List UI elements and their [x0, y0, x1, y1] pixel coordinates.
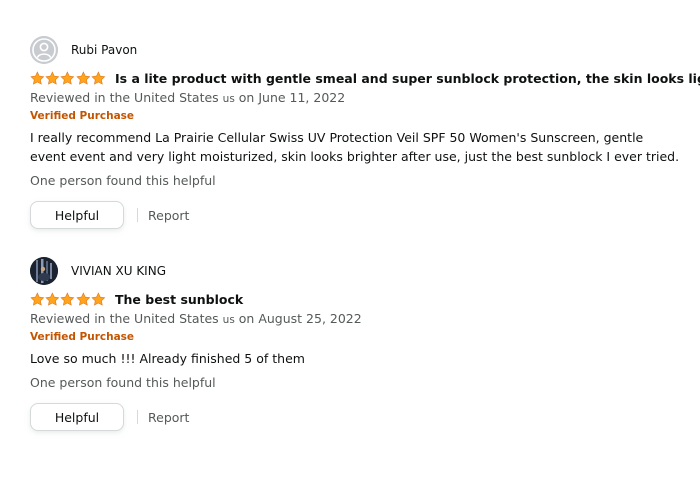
star-rating[interactable]: [30, 70, 106, 86]
star-rating[interactable]: [30, 291, 106, 307]
review-title[interactable]: Is a lite product with gentle smeal and …: [115, 71, 700, 86]
review-actions: Helpful Report: [30, 402, 680, 432]
review-title-row: The best sunblock: [30, 289, 680, 309]
helpful-button[interactable]: Helpful: [30, 201, 124, 229]
reviewer-profile[interactable]: VIVIAN XU KING: [30, 256, 680, 286]
review-date: Reviewed in the United States us on June…: [30, 90, 680, 108]
reviewer-name[interactable]: Rubi Pavon: [71, 43, 137, 57]
review-date-prefix: Reviewed in the United States: [30, 90, 223, 105]
report-link[interactable]: Report: [148, 208, 189, 223]
country-code: us: [222, 93, 235, 105]
star-icon: [60, 70, 75, 85]
helpful-count: One person found this helpful: [30, 173, 216, 188]
review-card: VIVIAN XU KING The best sunblock Reviewe…: [30, 256, 680, 432]
review-date-suffix: on June 11, 2022: [234, 90, 346, 105]
helpful-button[interactable]: Helpful: [30, 403, 124, 431]
star-icon: [45, 70, 60, 85]
verified-purchase-badge[interactable]: Verified Purchase: [30, 331, 680, 347]
review-date-suffix: on August 25, 2022: [234, 311, 362, 326]
verified-purchase-badge[interactable]: Verified Purchase: [30, 110, 680, 126]
star-icon: [30, 291, 45, 306]
star-icon: [30, 70, 45, 85]
review-actions: Helpful Report: [30, 200, 680, 230]
review-title-row: Is a lite product with gentle smeal and …: [30, 68, 700, 88]
review-body: Love so much !!! Already finished 5 of t…: [30, 351, 305, 366]
star-icon: [91, 70, 106, 85]
star-icon: [75, 70, 90, 85]
report-link[interactable]: Report: [148, 410, 189, 425]
reviewer-profile[interactable]: Rubi Pavon: [30, 35, 680, 65]
reviewer-name[interactable]: VIVIAN XU KING: [71, 264, 166, 278]
star-icon: [60, 291, 75, 306]
default-user-avatar-icon: [30, 36, 58, 64]
divider: [137, 410, 138, 424]
review-date-prefix: Reviewed in the United States: [30, 311, 223, 326]
divider: [137, 208, 138, 222]
review-card: Rubi Pavon Is a lite product with gentle…: [30, 35, 700, 230]
review-body: I really recommend La Prairie Cellular S…: [30, 130, 680, 164]
star-icon: [91, 291, 106, 306]
star-icon: [75, 291, 90, 306]
helpful-count: One person found this helpful: [30, 375, 216, 390]
review-date: Reviewed in the United States us on Augu…: [30, 311, 680, 329]
country-code: us: [222, 314, 235, 326]
reviewer-photo-avatar: [30, 257, 58, 285]
review-title[interactable]: The best sunblock: [115, 292, 243, 307]
star-icon: [45, 291, 60, 306]
